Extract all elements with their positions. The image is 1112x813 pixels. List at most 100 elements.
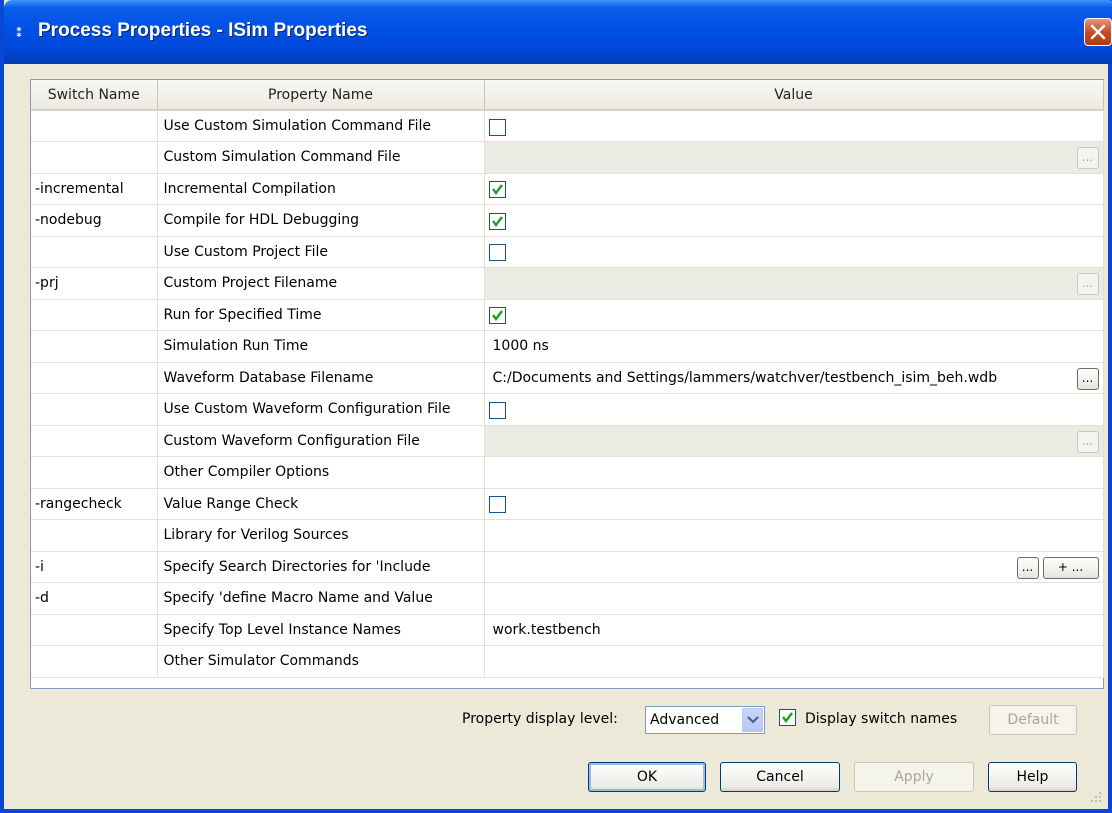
value-cell[interactable] — [484, 488, 1104, 520]
value-cell[interactable]: work.testbench — [484, 614, 1104, 646]
value-cell[interactable]: C:/Documents and Settings/lammers/watchv… — [484, 362, 1104, 394]
value-cell[interactable] — [484, 456, 1104, 489]
properties-grid: Switch Name Property Name Value Use Cust… — [30, 79, 1104, 689]
switch-name-cell — [31, 425, 158, 457]
value-cell[interactable] — [484, 204, 1104, 237]
browse-button[interactable]: ... — [1076, 430, 1099, 453]
table-row[interactable]: Run for Specified Time — [31, 299, 1104, 331]
value-cell[interactable]: ... — [484, 425, 1104, 457]
header-property-name[interactable]: Property Name — [157, 80, 485, 111]
header-value[interactable]: Value — [484, 80, 1104, 111]
switch-name-cell — [31, 519, 158, 552]
close-icon — [1090, 24, 1106, 40]
ok-button[interactable]: OK — [588, 762, 706, 792]
value-cell[interactable]: 1000 ns — [484, 330, 1104, 363]
close-button[interactable] — [1084, 18, 1112, 46]
apply-button[interactable]: Apply — [854, 762, 974, 792]
title-bar[interactable]: ⁑ Process Properties - ISim Properties — [4, 0, 1112, 64]
display-level-label: Property display level: — [462, 711, 618, 727]
property-name-cell: Other Compiler Options — [157, 456, 485, 489]
value-cell[interactable] — [484, 236, 1104, 268]
value-cell[interactable] — [484, 173, 1104, 205]
value-cell[interactable] — [484, 110, 1104, 142]
value-text — [489, 527, 493, 543]
display-level-value: Advanced — [650, 712, 720, 728]
property-name-cell: Use Custom Waveform Configuration File — [157, 393, 485, 426]
table-row[interactable]: -prj Custom Project Filename... — [31, 267, 1104, 300]
value-cell[interactable] — [484, 645, 1104, 678]
property-name-cell: Custom Project Filename — [157, 267, 485, 300]
switch-name-cell: -prj — [31, 267, 158, 300]
value-text — [489, 275, 493, 291]
display-switch-names-label[interactable]: Display switch names — [805, 711, 957, 727]
table-row[interactable]: Use Custom Waveform Configuration File — [31, 393, 1104, 426]
value-checkbox[interactable] — [488, 307, 506, 325]
switch-name-cell: -i — [31, 551, 158, 583]
value-text: 1000 ns — [492, 338, 549, 355]
add-item-button[interactable]: + ... — [1042, 556, 1099, 579]
browse-button[interactable]: ... — [1076, 147, 1099, 169]
value-checkbox[interactable] — [488, 401, 506, 419]
switch-name-cell — [31, 299, 158, 331]
table-row[interactable]: Specify Top Level Instance Names work.tes… — [31, 614, 1104, 646]
value-cell[interactable]: ... + ... — [484, 551, 1104, 583]
table-row[interactable]: Custom Simulation Command File... — [31, 141, 1104, 174]
dropdown-arrow-button[interactable] — [742, 708, 763, 732]
display-level-select[interactable]: Advanced — [645, 706, 765, 734]
switch-name-cell — [31, 393, 158, 426]
property-name-cell: Compile for HDL Debugging — [157, 204, 485, 237]
property-name-cell: Incremental Compilation — [157, 173, 485, 205]
table-row[interactable]: Library for Verilog Sources — [31, 519, 1104, 552]
resize-grip-icon[interactable] — [1090, 791, 1102, 803]
value-checkbox[interactable] — [488, 244, 506, 262]
value-cell[interactable] — [484, 299, 1104, 331]
property-name-cell: Other Simulator Commands — [157, 645, 485, 678]
table-row[interactable]: Waveform Database Filename C:/Documents a… — [31, 362, 1104, 394]
value-checkbox[interactable] — [488, 496, 506, 514]
table-row[interactable]: -d Specify 'define Macro Name and Value — [31, 582, 1104, 615]
value-cell[interactable]: ... — [484, 141, 1104, 174]
default-button[interactable]: Default — [989, 705, 1077, 735]
value-cell[interactable] — [484, 519, 1104, 552]
value-cell[interactable] — [484, 582, 1104, 615]
checkmark-icon — [491, 184, 503, 196]
property-name-cell: Simulation Run Time — [157, 330, 485, 363]
value-cell[interactable] — [484, 393, 1104, 426]
property-name-cell: Specify Search Directories for 'Include — [157, 551, 485, 583]
table-row[interactable]: -nodebug Compile for HDL Debugging — [31, 204, 1104, 237]
value-text — [489, 464, 493, 480]
table-row[interactable]: Simulation Run Time 1000 ns — [31, 330, 1104, 363]
window-title: Process Properties - ISim Properties — [38, 20, 368, 41]
value-text — [489, 433, 493, 449]
display-options-row: Property display level: Advanced Display… — [4, 703, 1112, 737]
table-row[interactable]: -i Specify Search Directories for 'Includ… — [31, 551, 1104, 583]
checkmark-icon — [782, 712, 793, 723]
value-checkbox[interactable] — [488, 212, 506, 230]
value-text — [489, 653, 493, 669]
value-checkbox[interactable] — [488, 181, 506, 199]
table-header-row: Switch Name Property Name Value — [31, 80, 1104, 111]
table-row[interactable]: Custom Waveform Configuration File... — [31, 425, 1104, 457]
help-button[interactable]: Help — [988, 762, 1077, 792]
display-switch-names-checkbox[interactable] — [779, 709, 796, 726]
table-row[interactable]: Other Compiler Options — [31, 456, 1104, 489]
table-row[interactable]: -incremental Incremental Compilation — [31, 173, 1104, 205]
value-text — [489, 590, 493, 606]
value-checkbox[interactable] — [488, 118, 506, 136]
table-row[interactable]: Use Custom Project File — [31, 236, 1104, 268]
cancel-button[interactable]: Cancel — [720, 762, 840, 792]
switch-name-cell — [31, 456, 158, 489]
table-row[interactable]: Use Custom Simulation Command File — [31, 110, 1104, 142]
value-text: C:/Documents and Settings/lammers/watchv… — [492, 369, 998, 386]
table-row[interactable]: Other Simulator Commands — [31, 645, 1104, 678]
chevron-down-icon — [747, 716, 759, 724]
property-name-cell: Specify Top Level Instance Names — [157, 614, 485, 646]
browse-button[interactable]: ... — [1076, 273, 1099, 295]
table-row[interactable]: -rangecheck Value Range Check — [31, 488, 1104, 520]
switch-name-cell — [31, 362, 158, 394]
value-cell[interactable]: ... — [484, 267, 1104, 300]
browse-button[interactable]: ... — [1016, 556, 1039, 579]
value-text — [489, 559, 493, 575]
header-switch-name[interactable]: Switch Name — [31, 80, 158, 111]
browse-button[interactable]: ... — [1076, 367, 1099, 390]
